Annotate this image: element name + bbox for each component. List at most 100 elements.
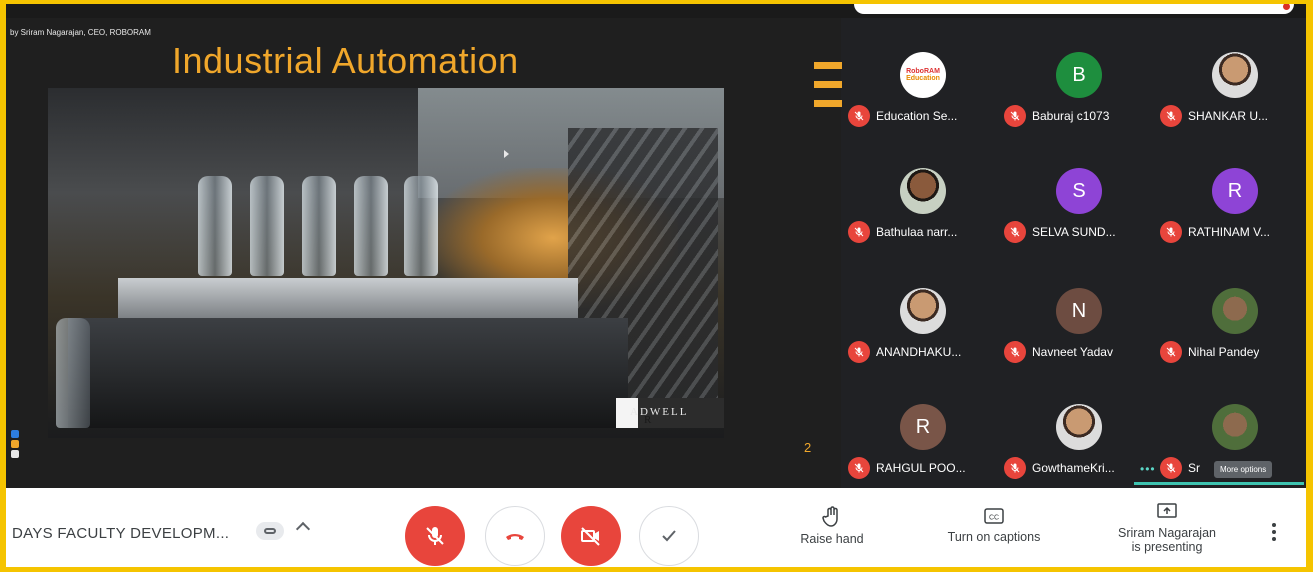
bottle: [404, 176, 438, 276]
participant-tile[interactable]: Bathulaa narr...: [848, 168, 998, 248]
presenting-status: is presenting: [1131, 540, 1203, 554]
participant-tile[interactable]: Nihal Pandey: [1160, 288, 1306, 368]
participant-name: SHANKAR U...: [1188, 109, 1269, 123]
watermark-initial: R: [644, 414, 654, 426]
search-bar[interactable]: [854, 4, 1294, 14]
avatar: [1212, 288, 1258, 334]
muted-mic-icon: [848, 221, 870, 243]
participant-name-row: Bathulaa narr...: [848, 221, 998, 243]
presenter-credit: by Sriram Nagarajan, CEO, ROBORAM: [10, 28, 151, 37]
photo-base: [68, 318, 628, 428]
hand-icon: [822, 506, 838, 527]
photo-tray: [118, 278, 578, 318]
muted-mic-icon: [848, 341, 870, 363]
participant-name-row: Navneet Yadav: [1004, 341, 1154, 363]
avatar-logo-bottom: Education: [906, 75, 940, 82]
bottle: [56, 318, 90, 428]
participant-name: Baburaj c1073: [1032, 109, 1110, 123]
camera-off-icon: [581, 527, 600, 546]
participant-name-row: Baburaj c1073: [1004, 105, 1154, 127]
participant-name: RAHGUL POO...: [876, 461, 966, 475]
presenting-button[interactable]: Sriram Nagarajan is presenting: [1102, 502, 1232, 554]
confirm-button[interactable]: [639, 506, 699, 566]
raise-hand-button[interactable]: Raise hand: [792, 506, 872, 546]
raise-hand-label: Raise hand: [800, 532, 864, 546]
participant-tile[interactable]: R RAHGUL POO...: [848, 404, 998, 484]
watermark-rest: ADWELL: [630, 406, 689, 418]
attachment-chip-icon[interactable]: [256, 522, 284, 540]
participant-name-row: RAHGUL POO...: [848, 457, 998, 479]
more-options-icon[interactable]: [1272, 523, 1276, 544]
page-number: 2: [804, 440, 812, 455]
active-indicator: [1134, 482, 1304, 485]
mic-off-icon: [426, 527, 444, 545]
participant-name-row: RATHINAM V...: [1160, 221, 1306, 243]
side-logo: [8, 428, 22, 472]
avatar: R: [900, 404, 946, 450]
present-screen-icon: [1157, 503, 1177, 518]
participant-tile[interactable]: SHANKAR U...: [1160, 52, 1306, 132]
avatar-logo-top: RoboRAM: [906, 68, 940, 75]
avatar: [1212, 404, 1258, 450]
svg-text:CC: CC: [989, 515, 999, 522]
leave-call-button[interactable]: [485, 506, 545, 566]
participant-tile[interactable]: B Baburaj c1073: [1004, 52, 1154, 132]
meet-window: by Sriram Nagarajan, CEO, ROBORAM Indust…: [6, 4, 1306, 567]
machine-photo: R ADWELL: [48, 88, 724, 438]
participant-name-row: SELVA SUND...: [1004, 221, 1154, 243]
more-options-tooltip: More options: [1214, 461, 1273, 478]
closed-captions-icon: CC: [984, 508, 1004, 524]
participant-tile[interactable]: N Navneet Yadav: [1004, 288, 1154, 368]
muted-mic-icon: [1004, 221, 1026, 243]
muted-mic-icon: [1160, 457, 1182, 479]
captions-button[interactable]: CC Turn on captions: [934, 506, 1054, 544]
radwell-watermark: R ADWELL: [616, 398, 724, 428]
participant-tile[interactable]: ANANDHAKU...: [848, 288, 998, 368]
hang-up-icon: [506, 534, 524, 540]
participant-tile[interactable]: RoboRAM Education Education Se...: [848, 52, 998, 132]
captions-label: Turn on captions: [947, 530, 1041, 544]
menu-lines-icon: [814, 62, 842, 119]
notification-dot: [1283, 4, 1290, 10]
participant-name: Sr: [1188, 461, 1200, 475]
participant-tile[interactable]: S SELVA SUND...: [1004, 168, 1154, 248]
more-dots-icon[interactable]: •••: [1140, 462, 1156, 476]
muted-mic-icon: [848, 457, 870, 479]
avatar: [900, 288, 946, 334]
participant-name: RATHINAM V...: [1188, 225, 1271, 239]
top-strip: [6, 4, 1306, 18]
participant-name-row: Education Se...: [848, 105, 998, 127]
muted-mic-icon: [1004, 341, 1026, 363]
presentation-slide: by Sriram Nagarajan, CEO, ROBORAM Indust…: [6, 18, 841, 488]
muted-mic-icon: [1004, 105, 1026, 127]
avatar: B: [1056, 52, 1102, 98]
avatar: S: [1056, 168, 1102, 214]
participant-name-row: GowthameKri...: [1004, 457, 1154, 479]
participant-name-row: SHANKAR U...: [1160, 105, 1306, 127]
meeting-title[interactable]: DAYS FACULTY DEVELOPM...: [12, 525, 229, 542]
participant-name: GowthameKri...: [1032, 461, 1115, 475]
participant-name: Education Se...: [876, 109, 958, 123]
avatar: [1056, 404, 1102, 450]
participant-tile[interactable]: R RATHINAM V...: [1160, 168, 1306, 248]
muted-mic-icon: [1160, 221, 1182, 243]
participant-name: ANANDHAKU...: [876, 345, 962, 359]
bottle: [354, 176, 388, 276]
microphone-toggle-button[interactable]: [405, 506, 465, 566]
camera-toggle-button[interactable]: [561, 506, 621, 566]
watermark-text: R ADWELL: [630, 406, 689, 426]
mouse-cursor-icon: [504, 150, 509, 158]
avatar: R: [1212, 168, 1258, 214]
participant-name: SELVA SUND...: [1032, 225, 1116, 239]
bottle: [250, 176, 284, 276]
bottle: [198, 176, 232, 276]
chevron-up-icon[interactable]: [295, 521, 311, 537]
participant-name-row: Nihal Pandey: [1160, 341, 1306, 363]
bottle: [302, 176, 336, 276]
avatar: [1212, 52, 1258, 98]
avatar: N: [1056, 288, 1102, 334]
muted-mic-icon: [1004, 457, 1026, 479]
bottom-bar: DAYS FACULTY DEVELOPM... Raise hand CC T…: [6, 488, 1306, 567]
muted-mic-icon: [1160, 341, 1182, 363]
participant-tile[interactable]: GowthameKri...: [1004, 404, 1154, 484]
